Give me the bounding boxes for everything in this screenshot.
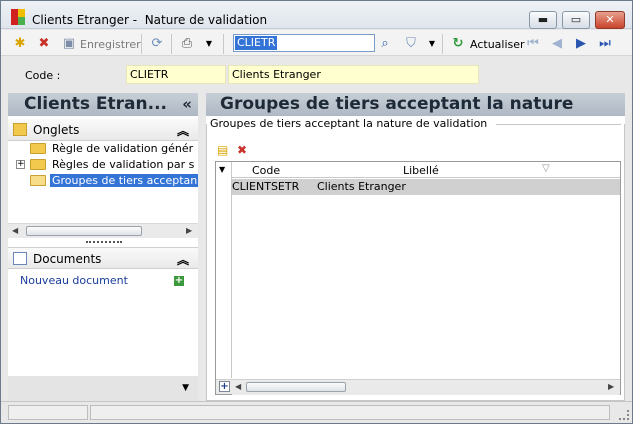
left-panel-title: Clients Etran... «: [8, 93, 198, 116]
search-input-value: CLIETR: [235, 36, 278, 50]
code-field[interactable]: CLIETR: [126, 65, 226, 84]
resize-grip-icon[interactable]: [619, 410, 629, 420]
grid-header: Code Libellé ▽: [232, 162, 620, 178]
documents-section-header[interactable]: Documents ︽: [8, 247, 198, 269]
new-row-icon[interactable]: ▤: [217, 143, 230, 157]
scroll-left-icon[interactable]: ◀: [12, 226, 18, 235]
toolbar: ✱ ✖ ▣ Enregistrer ⟳ ⎙ ▼ CLIETR ⌕ ⛉ ▼ ↻ A…: [1, 30, 632, 56]
right-panel: Groupes de tiers acceptant la nature de …: [206, 116, 625, 401]
scrollbar-thumb[interactable]: [246, 382, 346, 392]
libelle-field[interactable]: Clients Etranger: [228, 65, 479, 84]
documents-label: Documents: [33, 252, 102, 266]
cell-code: CLIENTSETR: [232, 180, 300, 193]
save-button[interactable]: Enregistrer: [80, 38, 141, 51]
chevron-up-icon[interactable]: ︽: [177, 251, 189, 268]
onglets-label: Onglets: [33, 123, 80, 137]
funnel-icon[interactable]: ⛉: [403, 36, 419, 52]
toolbar-separator: [442, 34, 443, 54]
scrollbar-thumb[interactable]: [26, 226, 142, 236]
add-document-icon[interactable]: +: [174, 276, 184, 286]
refresh-cycle-icon[interactable]: ⟳: [149, 36, 165, 52]
last-icon[interactable]: ⏭: [597, 36, 613, 52]
onglets-section-header[interactable]: Onglets ︽: [8, 119, 198, 141]
magnifier-icon[interactable]: ⌕: [377, 36, 393, 52]
group-caption: Groupes de tiers acceptant la nature de …: [210, 117, 492, 130]
folder-icon: [30, 143, 46, 154]
panel-splitter[interactable]: [86, 241, 122, 244]
scroll-left-icon[interactable]: ◀: [235, 382, 241, 391]
table-row[interactable]: CLIENTSETR Clients Etranger: [232, 179, 620, 195]
grid-horizontal-scrollbar[interactable]: ◀ ▶: [232, 380, 620, 395]
folder-icon: [30, 159, 46, 170]
toolbar-separator: [223, 34, 224, 54]
delete-icon[interactable]: ✖: [36, 36, 52, 52]
toolbar-separator: [141, 34, 142, 54]
maximize-button[interactable]: ▭: [562, 11, 590, 29]
group-frame-top-line: [496, 124, 621, 125]
row-indicator-icon: ▼: [219, 165, 226, 174]
code-label: Code :: [25, 69, 61, 82]
add-row-icon[interactable]: +: [219, 381, 230, 392]
window-title: Clients Etranger - Nature de validation: [32, 13, 268, 27]
open-folder-icon: [30, 175, 46, 186]
application-window: Clients Etranger - Nature de validation …: [0, 0, 633, 424]
first-icon[interactable]: ⏮: [525, 36, 541, 52]
column-header-code[interactable]: Code: [252, 164, 280, 177]
new-record-icon[interactable]: ✱: [12, 36, 28, 52]
scroll-right-icon[interactable]: ▶: [186, 226, 192, 235]
filter-dropdown-chevron-icon[interactable]: ▼: [424, 36, 440, 52]
app-logo-icon: [11, 9, 25, 25]
tree-item-regles-validation-par[interactable]: + Règles de validation par s: [8, 157, 198, 173]
title-bar: Clients Etranger - Nature de validation …: [1, 1, 632, 29]
new-document-link[interactable]: Nouveau document: [20, 274, 128, 287]
chevron-down-icon[interactable]: ▼: [182, 383, 189, 393]
data-grid: ▼ Code Libellé ▽ CLIENTSETR Clients Etra…: [215, 161, 621, 395]
refresh-button[interactable]: Actualiser: [470, 38, 525, 51]
status-pane-left: [8, 405, 88, 420]
column-header-libelle[interactable]: Libellé: [403, 164, 439, 177]
delete-row-icon[interactable]: ✖: [237, 143, 250, 157]
toolbar-separator: [171, 34, 172, 54]
save-icon[interactable]: ▣: [61, 36, 77, 52]
row-selector-column: ▼: [216, 162, 232, 378]
previous-icon[interactable]: ◀: [549, 36, 565, 52]
close-button[interactable]: ✕: [595, 11, 625, 29]
left-panel: Onglets ︽ Règle de validation génér + Rè…: [8, 116, 198, 401]
print-icon[interactable]: ⎙: [179, 36, 195, 52]
folder-icon: [13, 123, 27, 136]
scroll-right-icon[interactable]: ▶: [608, 382, 614, 391]
expand-icon[interactable]: +: [16, 160, 25, 169]
status-pane-main: [90, 405, 610, 420]
tree-horizontal-scrollbar[interactable]: ◀ ▶: [8, 223, 198, 238]
left-panel-footer: ▼: [8, 376, 198, 401]
status-bar: [1, 401, 632, 423]
chevron-up-icon[interactable]: ︽: [177, 122, 189, 139]
right-panel-title: Groupes de tiers acceptant la nature: [206, 93, 625, 116]
collapse-left-panel-button[interactable]: «: [182, 93, 192, 116]
print-dropdown-chevron-icon[interactable]: ▼: [201, 36, 217, 52]
tree-item-groupes-tiers[interactable]: Groupes de tiers acceptan: [8, 173, 198, 189]
sort-indicator-icon[interactable]: ▽: [542, 163, 550, 174]
search-input[interactable]: CLIETR: [233, 34, 375, 52]
minimize-button[interactable]: ▬: [529, 11, 557, 29]
grid-footer: + ◀ ▶: [216, 379, 620, 395]
refresh-icon[interactable]: ↻: [450, 36, 466, 52]
document-icon: [13, 252, 27, 265]
cell-libelle: Clients Etranger: [317, 180, 406, 193]
next-icon[interactable]: ▶: [573, 36, 589, 52]
form-header: Code : CLIETR Clients Etranger: [1, 57, 632, 91]
tree-item-regle-validation[interactable]: Règle de validation génér: [8, 141, 198, 157]
